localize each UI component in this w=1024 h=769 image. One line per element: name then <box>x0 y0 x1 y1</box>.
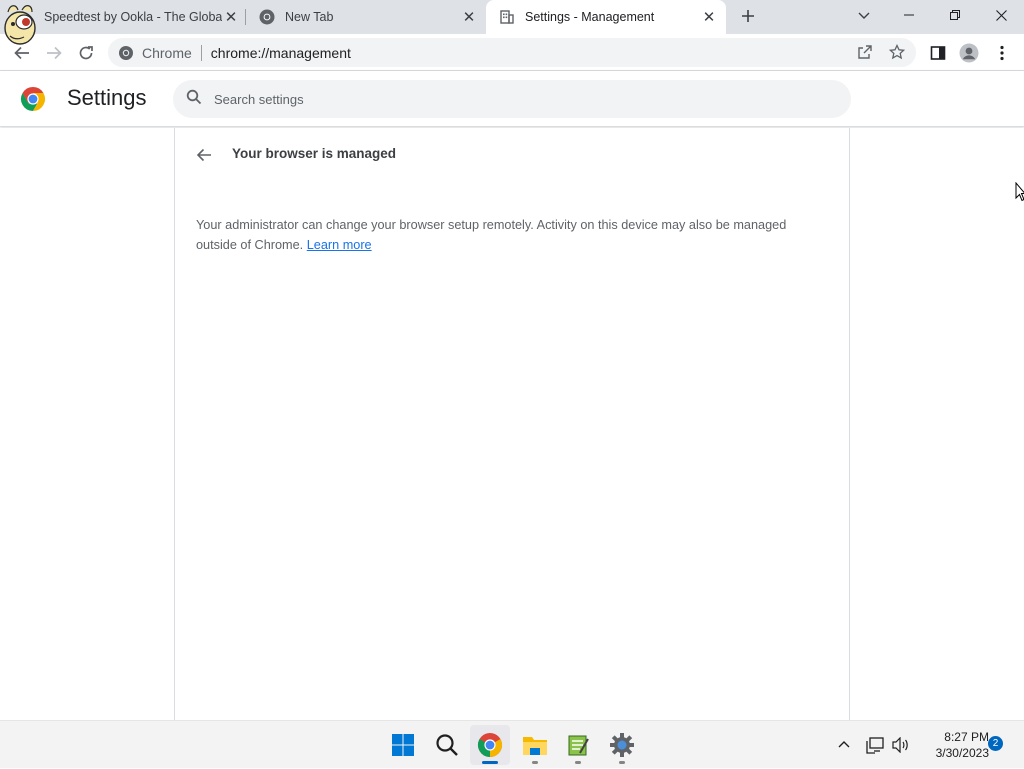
taskbar: 8:27 PM 3/30/2023 <box>0 720 1024 768</box>
side-panel-button[interactable] <box>924 39 952 67</box>
chrome-icon <box>118 45 134 61</box>
start-icon <box>392 734 414 756</box>
settings-header: Settings <box>0 71 1024 127</box>
taskbar-settings-button[interactable] <box>602 725 642 765</box>
description-text: Your administrator can change your brows… <box>196 218 787 252</box>
speedtest-icon <box>2 2 40 46</box>
managed-description: Your administrator can change your brows… <box>196 215 826 255</box>
settings-gear-icon <box>610 733 634 757</box>
management-card: Your browser is managed Your administrat… <box>174 128 850 720</box>
search-icon <box>186 89 202 110</box>
running-indicator <box>575 761 581 764</box>
clock-time: 8:27 PM <box>944 730 989 744</box>
chevron-up-icon <box>838 741 850 748</box>
taskbar-clock[interactable]: 8:27 PM 3/30/2023 <box>917 729 989 761</box>
network-button[interactable] <box>866 721 886 769</box>
kebab-menu-icon <box>1000 45 1004 61</box>
tab-title: Speedtest by Ookla - The Global Broadban… <box>44 10 222 24</box>
search-icon <box>436 734 458 756</box>
address-bar[interactable]: Chrome chrome://management <box>108 38 916 67</box>
taskbar-notepad-button[interactable] <box>558 725 598 765</box>
forward-button[interactable] <box>40 39 68 67</box>
page-title: Settings <box>67 85 147 110</box>
menu-button[interactable] <box>988 39 1016 67</box>
new-tab-button[interactable] <box>736 6 760 28</box>
settings-content: Your browser is managed Your administrat… <box>0 128 1024 720</box>
tab-settings-management[interactable]: Settings - Management ✕ <box>486 0 726 34</box>
close-icon <box>995 9 1007 21</box>
chevron-down-icon <box>858 12 870 19</box>
bookmark-star-icon[interactable] <box>888 43 906 61</box>
active-indicator <box>482 761 498 764</box>
file-explorer-icon <box>523 737 547 755</box>
notification-badge[interactable]: 2 <box>988 736 1003 751</box>
close-tab-icon[interactable]: ✕ <box>222 8 240 26</box>
close-tab-icon[interactable]: ✕ <box>700 8 718 26</box>
back-arrow-button[interactable] <box>193 144 215 166</box>
chrome-logo-icon <box>20 86 46 112</box>
tab-new-tab[interactable]: New Tab ✕ <box>246 0 486 34</box>
site-chip: Chrome <box>142 44 192 61</box>
search-settings-box[interactable] <box>173 80 851 118</box>
close-window-button[interactable] <box>978 0 1024 30</box>
speaker-icon <box>892 737 908 753</box>
restore-icon <box>950 10 960 20</box>
management-icon <box>499 9 515 25</box>
browser-toolbar: Chrome chrome://management <box>0 34 1024 71</box>
tab-title: New Tab <box>285 10 334 24</box>
taskbar-chrome-button[interactable] <box>470 725 510 765</box>
url-text[interactable]: chrome://management <box>211 45 351 61</box>
restore-button[interactable] <box>932 0 978 30</box>
clock-date: 3/30/2023 <box>935 746 989 760</box>
side-panel-icon <box>930 46 946 60</box>
share-icon[interactable] <box>856 43 874 61</box>
volume-button[interactable] <box>892 721 910 769</box>
notepad-icon <box>568 735 589 756</box>
card-heading: Your browser is managed <box>232 146 397 161</box>
tab-strip: Speedtest by Ookla - The Global Broadban… <box>0 0 1024 34</box>
chrome-icon <box>259 9 275 25</box>
taskbar-file-explorer-button[interactable] <box>515 725 555 765</box>
reload-icon <box>79 46 93 60</box>
show-hidden-icons-button[interactable] <box>838 721 850 769</box>
minimize-icon <box>904 14 914 16</box>
close-tab-icon[interactable]: ✕ <box>460 8 478 26</box>
arrow-left-icon <box>196 148 211 162</box>
mouse-cursor-icon <box>1015 181 1024 202</box>
omnibox-divider <box>200 44 202 61</box>
learn-more-link[interactable]: Learn more <box>307 238 372 252</box>
reload-button[interactable] <box>72 39 100 67</box>
taskbar-search-button[interactable] <box>427 725 467 765</box>
start-button[interactable] <box>383 725 423 765</box>
search-input[interactable] <box>214 91 814 107</box>
running-indicator <box>619 761 625 764</box>
arrow-left-icon <box>14 46 29 60</box>
tab-search-button[interactable] <box>853 6 875 28</box>
running-indicator <box>532 761 538 764</box>
network-icon <box>866 737 884 754</box>
chrome-icon <box>477 733 503 757</box>
tab-title: Settings - Management <box>525 10 655 24</box>
plus-icon <box>742 10 754 22</box>
profile-button[interactable] <box>955 39 983 67</box>
arrow-right-icon <box>47 46 62 60</box>
avatar-icon <box>959 43 979 63</box>
minimize-button[interactable] <box>886 0 932 30</box>
